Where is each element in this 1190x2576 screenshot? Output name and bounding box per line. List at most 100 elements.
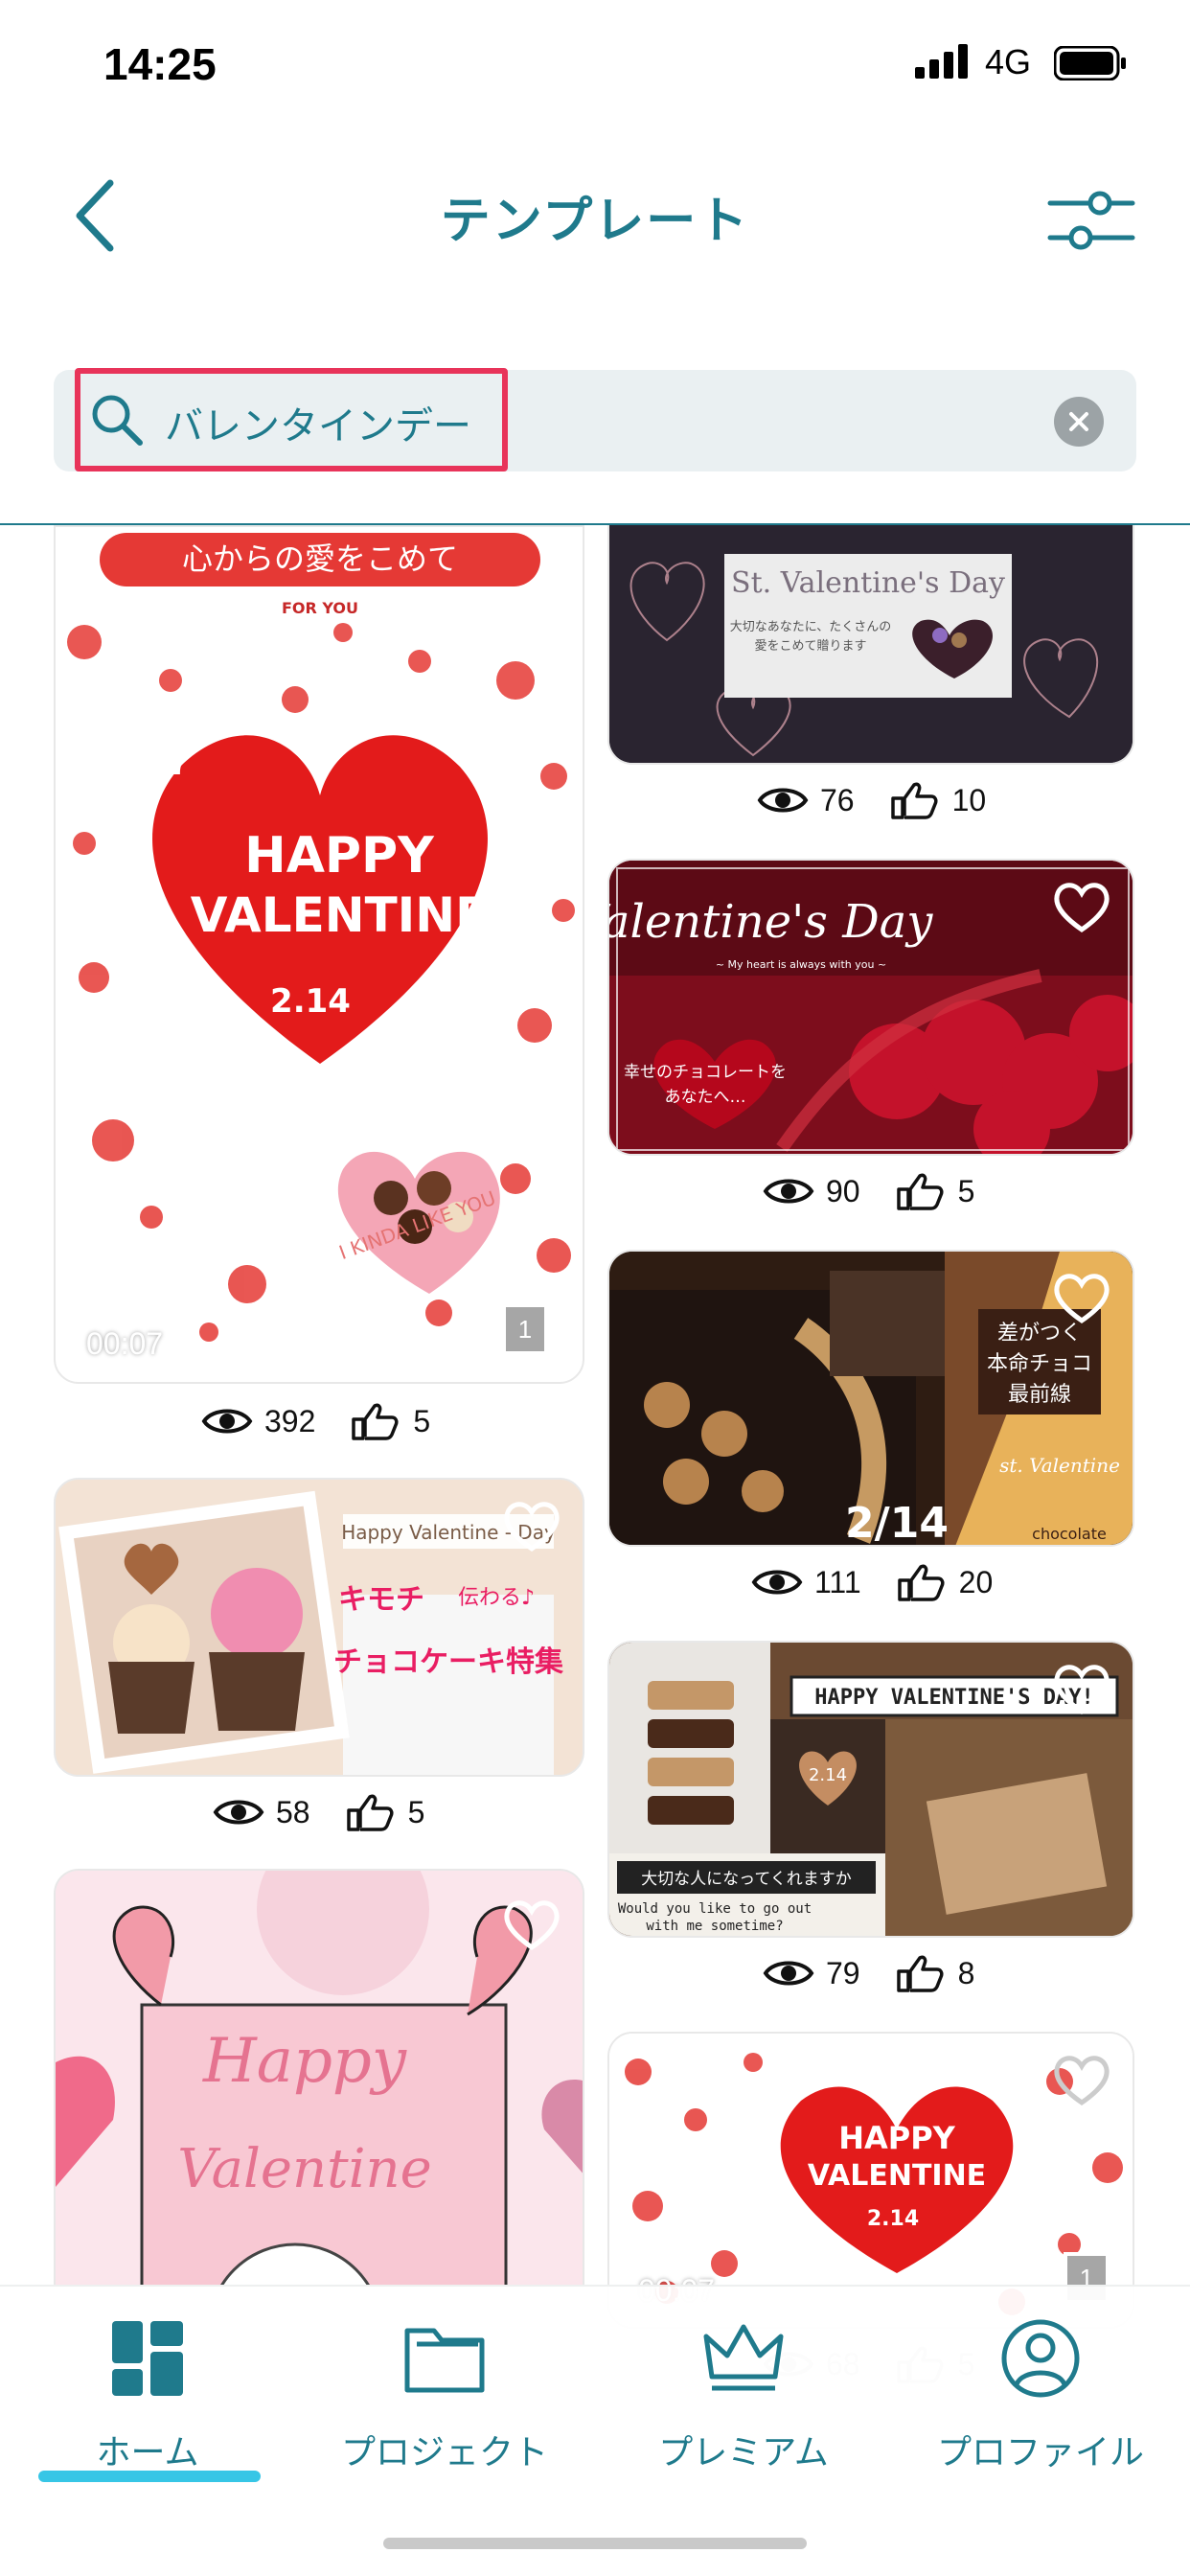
tab-profile[interactable]: プロファイル bbox=[897, 2315, 1184, 2507]
crown-icon bbox=[703, 2324, 784, 2391]
card-text-line: Valentine bbox=[177, 2138, 431, 2200]
card-text-line: with me sometime? bbox=[646, 1919, 783, 1934]
view-count: 76 bbox=[820, 782, 855, 817]
card-stats: 111 20 bbox=[751, 1558, 1027, 1606]
folder-icon bbox=[404, 2328, 485, 2393]
tab-label: プレミアム bbox=[658, 2433, 829, 2472]
template-card[interactable]: 2.14 HAPPY VALENTINE'S DAY! 大切な人になってくれます… bbox=[607, 1641, 1134, 1938]
favorite-heart-icon[interactable] bbox=[500, 1497, 563, 1554]
tab-projects[interactable]: プロジェクト bbox=[301, 2315, 588, 2507]
tab-premium[interactable]: プレミアム bbox=[600, 2315, 887, 2507]
card-text-line: 大切なあなたに、たくさんの bbox=[730, 620, 892, 634]
template-card[interactable]: 差がつく 本命チョコ 最前線 st. Valentine 2/14 chocol… bbox=[607, 1250, 1134, 1547]
template-card[interactable]: St. Valentine's Day 大切なあなたに、たくさんの 愛をこめて贈… bbox=[607, 525, 1134, 765]
card-text-line: 心からの愛をこめて bbox=[182, 540, 458, 577]
card-text-line: 2.14 bbox=[270, 982, 351, 1021]
svg-text:”: ” bbox=[458, 982, 492, 1049]
card-text-line: VALENTINE bbox=[191, 887, 489, 943]
card-text-line: 本命チョコ bbox=[987, 1352, 1092, 1376]
eye-icon bbox=[201, 1409, 253, 1434]
thumbs-up-icon bbox=[896, 1173, 944, 1210]
card-text-line: FOR YOU bbox=[282, 599, 358, 617]
card-text-line: あなたへ… bbox=[665, 1088, 746, 1107]
like-count: 5 bbox=[407, 1794, 425, 1829]
card-text-line: 最前線 bbox=[1008, 1383, 1071, 1407]
active-tab-indicator bbox=[38, 2471, 261, 2482]
card-text-line: st. Valentine bbox=[999, 1454, 1120, 1477]
like-count: 5 bbox=[413, 1403, 431, 1438]
favorite-heart-icon[interactable] bbox=[500, 1896, 563, 1953]
card-text-line: ~ My heart is always with you ~ bbox=[716, 958, 886, 971]
card-stats: 392 5 bbox=[201, 1397, 465, 1445]
card-stats: 58 5 bbox=[213, 1788, 459, 1836]
battery-icon bbox=[1054, 46, 1126, 80]
svg-text:“: “ bbox=[151, 742, 190, 821]
page-title: テンプレート bbox=[440, 193, 750, 250]
eye-icon bbox=[763, 1961, 814, 1986]
like-count: 5 bbox=[957, 1173, 975, 1208]
favorite-heart-icon[interactable] bbox=[1050, 878, 1113, 935]
signal-icon bbox=[915, 44, 968, 79]
card-text-line: Happy bbox=[202, 2026, 407, 2097]
view-count: 392 bbox=[264, 1403, 316, 1438]
card-text-line: 2.14 bbox=[867, 2207, 919, 2231]
favorite-heart-icon[interactable] bbox=[1050, 2051, 1113, 2108]
eye-icon bbox=[763, 1179, 814, 1204]
status-bar: 14:25 4G bbox=[0, 0, 1190, 125]
thumbs-up-icon bbox=[897, 1564, 945, 1601]
card-text-line: チョコケーキ特集 bbox=[333, 1645, 564, 1679]
eye-icon bbox=[751, 1570, 803, 1595]
card-text-line: 大切な人になってくれますか bbox=[641, 1870, 852, 1889]
card-text-line: St. Valentine's Day bbox=[731, 566, 1005, 600]
filter-sliders-icon[interactable] bbox=[1044, 182, 1140, 259]
favorite-heart-icon[interactable] bbox=[1050, 1660, 1113, 1717]
card-text-line: 2/14 bbox=[845, 1499, 949, 1547]
like-count: 10 bbox=[951, 782, 987, 817]
eye-icon bbox=[213, 1800, 264, 1825]
thumbs-up-icon bbox=[352, 1403, 399, 1440]
search-highlight-box bbox=[75, 368, 508, 472]
like-count: 20 bbox=[958, 1564, 994, 1599]
card-text-line: chocolate bbox=[1032, 1525, 1107, 1543]
eye-icon bbox=[757, 788, 809, 813]
view-count: 79 bbox=[826, 1955, 860, 1990]
user-circle-icon bbox=[1001, 2319, 1080, 2398]
status-time: 14:25 bbox=[103, 39, 217, 89]
card-stats: 90 5 bbox=[763, 1167, 1009, 1215]
thumbs-up-icon bbox=[346, 1794, 394, 1831]
card-text-line: キモチ bbox=[338, 1583, 424, 1617]
thumbs-up-icon bbox=[896, 1955, 944, 1992]
template-thumbnail: St. Valentine's Day 大切なあなたに、たくさんの 愛をこめて贈… bbox=[609, 525, 1133, 763]
home-indicator bbox=[383, 2538, 807, 2549]
thumbs-up-icon bbox=[890, 782, 938, 819]
template-thumbnail: 心からの愛をこめて FOR YOU HAPPY VALENTINE 2.14 “… bbox=[67, 533, 575, 1342]
favorite-heart-icon[interactable] bbox=[1050, 1269, 1113, 1326]
view-count: 90 bbox=[826, 1173, 860, 1208]
card-text-line: HAPPY bbox=[838, 2120, 955, 2156]
bottom-tab-bar: ホーム プロジェクト プレミアム プロファイル bbox=[0, 2285, 1190, 2576]
tab-label: プロファイル bbox=[936, 2433, 1144, 2472]
template-card[interactable]: Valentine's Day ~ My heart is always wit… bbox=[607, 859, 1134, 1156]
page-count-badge: 1 bbox=[502, 1303, 548, 1355]
template-card[interactable]: Happy Valentine bbox=[54, 1869, 584, 2285]
dashboard-icon bbox=[112, 2321, 183, 2396]
template-card[interactable]: Happy Valentine - Day キモチ 伝わる♪ チョコケーキ特集 bbox=[54, 1478, 584, 1777]
card-text-line: Would you like to go out bbox=[618, 1901, 812, 1917]
card-text-line: 愛をこめて贈ります bbox=[754, 638, 866, 654]
tab-label: ホーム bbox=[96, 2433, 199, 2472]
card-stats: 76 10 bbox=[757, 776, 1020, 824]
card-text-line: 幸せのチョコレートを bbox=[624, 1063, 787, 1082]
card-stats: 79 8 bbox=[763, 1949, 1009, 1997]
card-text-line: VALENTINE bbox=[808, 2159, 986, 2193]
template-card[interactable]: 心からの愛をこめて FOR YOU HAPPY VALENTINE 2.14 “… bbox=[54, 525, 584, 1384]
clear-search-button[interactable] bbox=[1054, 397, 1104, 447]
duration-label: 00:07 bbox=[86, 1326, 164, 1361]
card-text-line: 伝わる♪ bbox=[458, 1586, 535, 1610]
like-count: 8 bbox=[957, 1955, 975, 1990]
close-icon bbox=[1069, 412, 1088, 431]
network-type: 4G bbox=[985, 42, 1032, 81]
card-text-line: 2.14 bbox=[809, 1765, 847, 1785]
view-count: 111 bbox=[814, 1564, 861, 1599]
view-count: 58 bbox=[276, 1794, 310, 1829]
card-text-line: HAPPY bbox=[244, 827, 435, 885]
